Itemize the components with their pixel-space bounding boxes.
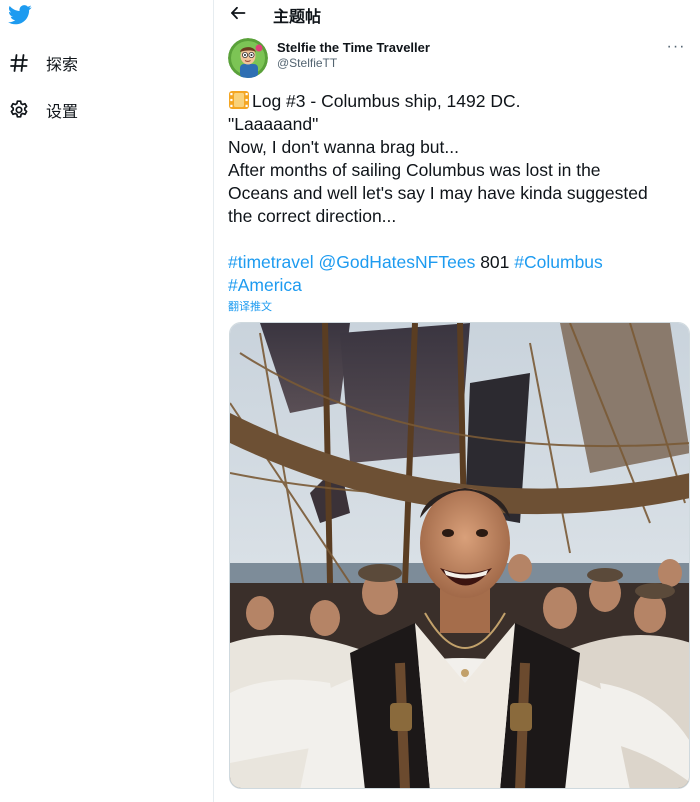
sidebar-item-explore[interactable]: 探索 [0,45,200,81]
sidebar-item-settings[interactable]: 设置 [0,92,200,128]
sidebar: 探索 设置 [0,0,213,802]
tweet-line: "Laaaaand" [228,114,319,134]
tweet-image[interactable] [229,322,690,789]
tweet-line: Oceans and well let's say I may have kin… [228,183,648,203]
hashtag-link-america[interactable]: #America [228,275,302,295]
hashtag-icon [8,52,30,74]
hashtag-link-columbus[interactable]: #Columbus [514,252,603,272]
translate-tweet-link[interactable]: 翻译推文 [228,298,272,314]
back-arrow-icon [231,6,246,20]
avatar[interactable] [228,38,268,78]
tweet-line: After months of sailing Columbus was los… [228,160,601,180]
tweet-tags-line: #timetravel @GodHatesNFTees 801 #Columbu… [228,251,688,274]
tweet-line-text: Log #3 - Columbus ship, 1492 DC. [252,91,521,111]
sidebar-item-label: 探索 [46,55,79,74]
ship-selfie-image [230,323,689,788]
tweet-text: Log #3 - Columbus ship, 1492 DC. "Laaaaa… [228,90,688,297]
tweet-line: Now, I don't wanna brag but... [228,137,459,157]
more-dots-icon: ··· [666,38,686,55]
more-button[interactable]: ··· [664,38,688,56]
thread-header: 主题帖 [214,0,700,28]
tweet-line: the correct direction... [228,206,397,226]
tweet-line: Log #3 - Columbus ship, 1492 DC. [228,90,688,113]
author-name[interactable]: Stelfie the Time Traveller [277,40,430,55]
page-title: 主题帖 [273,7,322,26]
sidebar-item-label: 设置 [46,102,79,121]
mention-link[interactable]: @GodHatesNFTees [318,252,475,272]
twitter-bird-icon[interactable] [8,5,32,25]
back-button[interactable] [228,4,248,22]
thread-column: 主题帖 Stelfie the Time Traveller @StelfieT… [213,0,700,802]
gear-icon [8,99,30,121]
author-handle[interactable]: @StelfieTT [277,56,337,70]
tweet-tags-line: #America [228,274,688,297]
hashtag-link-timetravel[interactable]: #timetravel [228,252,314,272]
tweet-number: 801 [475,252,515,272]
film-frames-emoji [228,90,250,110]
